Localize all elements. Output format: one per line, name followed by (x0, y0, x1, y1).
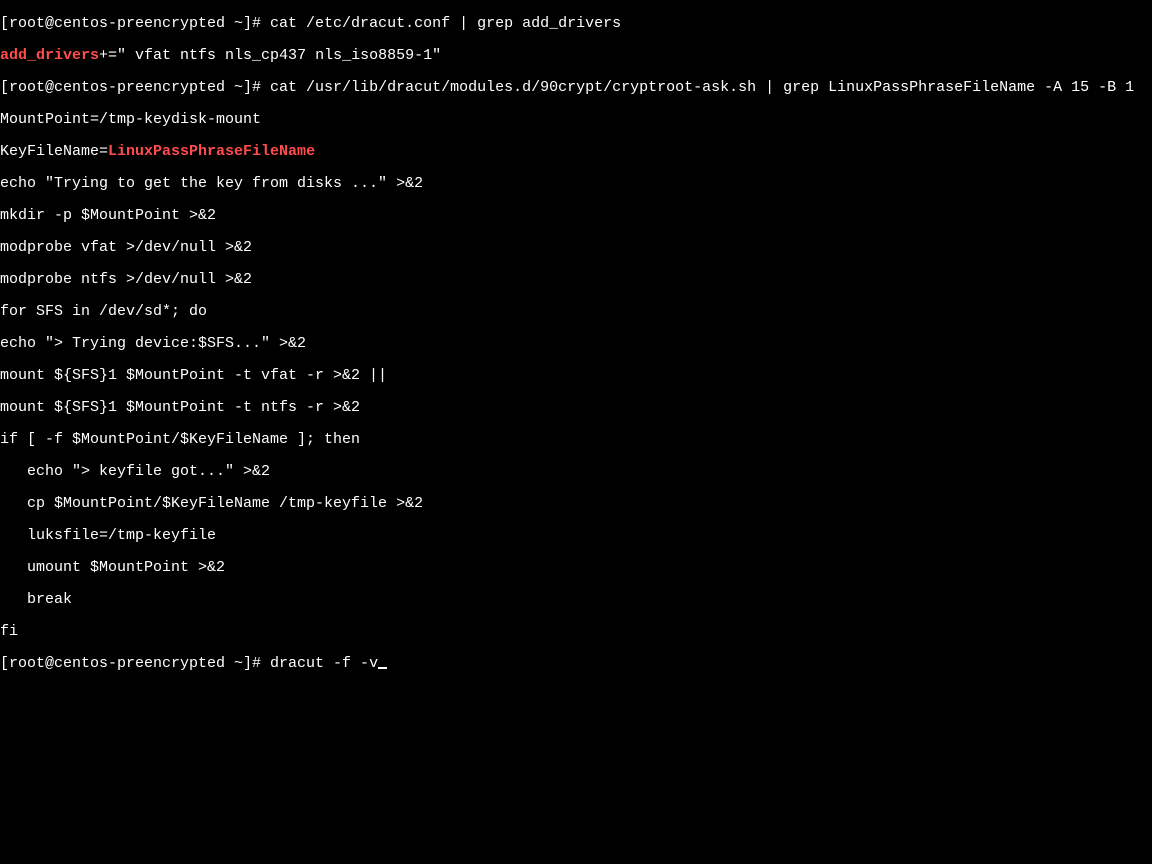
out2-l2: KeyFileName=LinuxPassPhraseFileName (0, 144, 1152, 160)
match-add-drivers: add_drivers (0, 47, 99, 64)
out2-l2a: KeyFileName= (0, 143, 108, 160)
prompt-1: [root@centos-preencrypted ~]# (0, 15, 270, 32)
terminal[interactable]: [root@centos-preencrypted ~]# cat /etc/d… (0, 0, 1152, 688)
cmd-2: cat /usr/lib/dracut/modules.d/90crypt/cr… (270, 79, 1134, 96)
out2-l6: modprobe ntfs >/dev/null >&2 (0, 272, 1152, 288)
out2-l17: fi (0, 624, 1152, 640)
out2-l3: echo "Trying to get the key from disks .… (0, 176, 1152, 192)
cursor (378, 667, 387, 669)
prompt-3: [root@centos-preencrypted ~]# (0, 655, 270, 672)
out2-l7: for SFS in /dev/sd*; do (0, 304, 1152, 320)
match-keyfilename: LinuxPassPhraseFileName (108, 143, 315, 160)
out2-l5: modprobe vfat >/dev/null >&2 (0, 240, 1152, 256)
out2-l14: luksfile=/tmp-keyfile (0, 528, 1152, 544)
out2-l16: break (0, 592, 1152, 608)
out2-l10: mount ${SFS}1 $MountPoint -t ntfs -r >&2 (0, 400, 1152, 416)
out2-l4: mkdir -p $MountPoint >&2 (0, 208, 1152, 224)
out2-l8: echo "> Trying device:$SFS..." >&2 (0, 336, 1152, 352)
line-out1: add_drivers+=" vfat ntfs nls_cp437 nls_i… (0, 48, 1152, 64)
out2-l13: cp $MountPoint/$KeyFileName /tmp-keyfile… (0, 496, 1152, 512)
out2-l12: echo "> keyfile got..." >&2 (0, 464, 1152, 480)
cmd-3: dracut -f -v (270, 655, 378, 672)
out2-l11: if [ -f $MountPoint/$KeyFileName ]; then (0, 432, 1152, 448)
line-prompt-3: [root@centos-preencrypted ~]# dracut -f … (0, 656, 1152, 672)
out1-rest: +=" vfat ntfs nls_cp437 nls_iso8859-1" (99, 47, 441, 64)
cmd-1: cat /etc/dracut.conf | grep add_drivers (270, 15, 621, 32)
prompt-2: [root@centos-preencrypted ~]# (0, 79, 270, 96)
out2-l9: mount ${SFS}1 $MountPoint -t vfat -r >&2… (0, 368, 1152, 384)
line-prompt-2: [root@centos-preencrypted ~]# cat /usr/l… (0, 80, 1152, 96)
line-prompt-1: [root@centos-preencrypted ~]# cat /etc/d… (0, 16, 1152, 32)
out2-l15: umount $MountPoint >&2 (0, 560, 1152, 576)
out2-l1: MountPoint=/tmp-keydisk-mount (0, 112, 1152, 128)
